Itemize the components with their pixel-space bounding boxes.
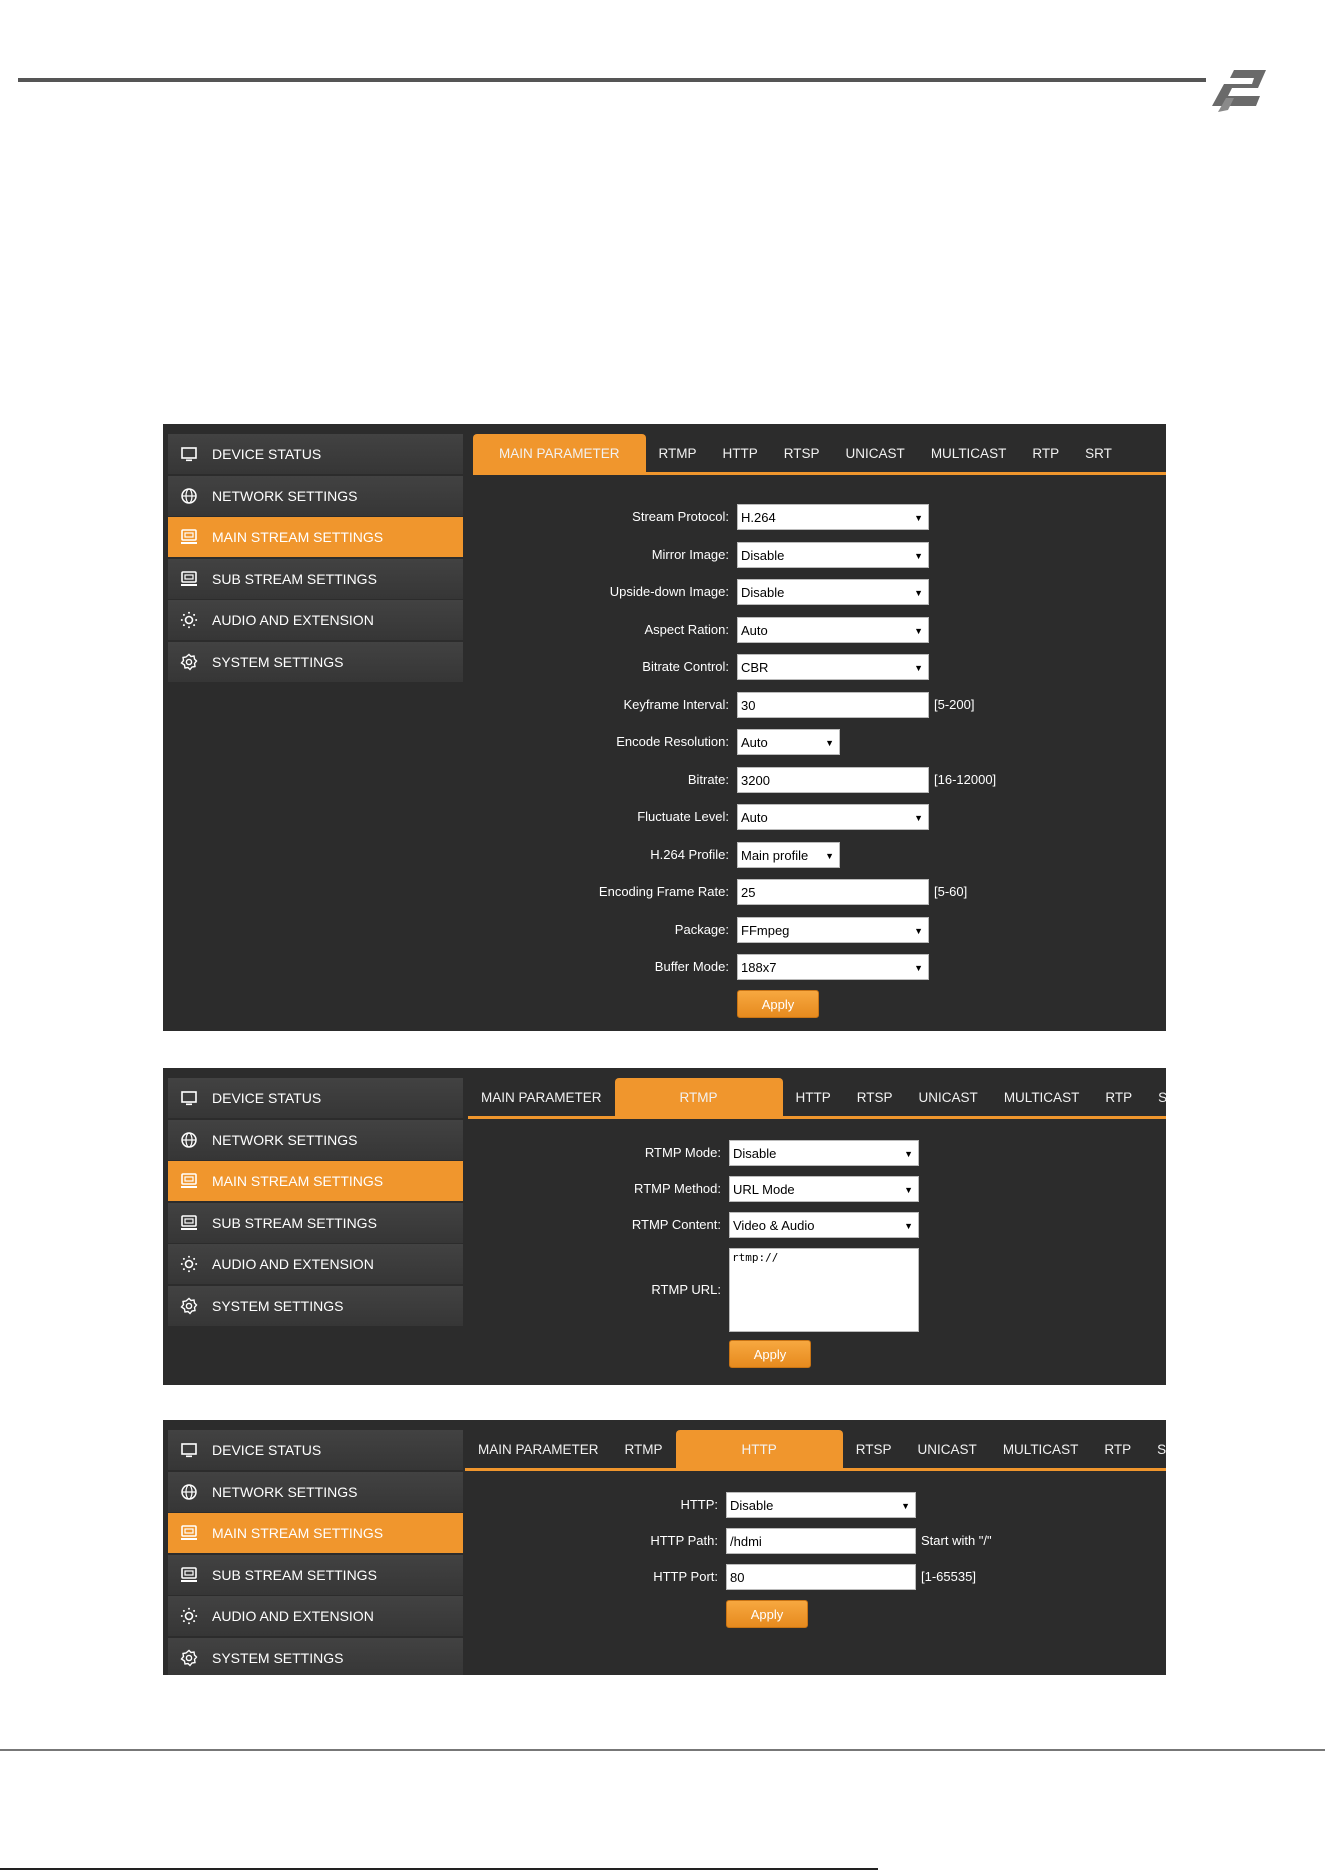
keyframe-interval-input[interactable]: 30 bbox=[737, 691, 929, 718]
form: Stream Protocol: H.264 ▼ Mirror Image: Disab… bbox=[163, 424, 1166, 1031]
field-value: URL Mode bbox=[733, 1182, 795, 1197]
field-value: 25 bbox=[741, 885, 756, 900]
field-value: Disable bbox=[741, 547, 785, 563]
bitrate-label: Bitrate: bbox=[687, 771, 729, 787]
field-value: Auto bbox=[741, 622, 768, 638]
apply-button[interactable]: Apply bbox=[726, 1600, 808, 1628]
footer-rule bbox=[0, 1749, 1325, 1751]
dropdown-arrow-icon: ▼ bbox=[914, 925, 923, 936]
bitrate-control-label: Bitrate Control: bbox=[642, 659, 729, 674]
field-value: CBR bbox=[741, 660, 769, 675]
rtmp-content-select[interactable]: Video & Audio ▼ bbox=[729, 1212, 919, 1238]
footer-rule-bottom bbox=[0, 1868, 878, 1870]
rtmp-panel: DEVICE STATUS NETWORK SETTINGS MAIN STREAM… bbox=[163, 1068, 1166, 1385]
dropdown-arrow-icon: ▼ bbox=[914, 625, 923, 636]
field-value: Disable bbox=[730, 1498, 774, 1513]
rtmp-mode-select[interactable]: Disable ▼ bbox=[729, 1140, 919, 1166]
dropdown-arrow-icon: ▼ bbox=[825, 738, 834, 748]
upside-down-image-select[interactable]: Disable ▼ bbox=[737, 579, 929, 605]
field-value: 80 bbox=[730, 1570, 745, 1585]
field-value: FFmpeg bbox=[741, 922, 790, 938]
http-panel: DEVICE STATUS NETWORK SETTINGS MAIN STREAM… bbox=[163, 1420, 1166, 1675]
http-port-hint: [1-65535] bbox=[921, 1569, 976, 1584]
buffer-mode-select[interactable]: 188x7 ▼ bbox=[737, 954, 929, 980]
fluctuate-level-select[interactable]: Auto ▼ bbox=[737, 804, 929, 830]
field-value: Video & Audio bbox=[733, 1218, 815, 1233]
dropdown-arrow-icon: ▼ bbox=[914, 513, 923, 523]
upside-down-image-label: Upside-down Image: bbox=[609, 584, 729, 599]
dropdown-arrow-icon: ▼ bbox=[904, 1185, 913, 1195]
http-path-label: HTTP Path: bbox=[650, 1533, 718, 1548]
keyframe-interval-label: Keyframe Interval: bbox=[623, 696, 730, 712]
field-value: 30 bbox=[741, 697, 756, 713]
http-port-label: HTTP Port: bbox=[653, 1569, 718, 1584]
http-select[interactable]: Disable ▼ bbox=[726, 1492, 916, 1518]
dropdown-arrow-icon: ▼ bbox=[825, 850, 834, 861]
form: RTMP Mode: Disable ▼ RTMP Method: URL Mode ▼ R… bbox=[163, 1068, 1166, 1385]
field-value: Disable bbox=[733, 1146, 777, 1161]
dropdown-arrow-icon: ▼ bbox=[901, 1501, 910, 1511]
brand-logo-icon bbox=[1212, 70, 1266, 112]
dropdown-arrow-icon: ▼ bbox=[904, 1149, 913, 1159]
field-value: H.264 bbox=[741, 510, 776, 525]
encoding-frame-rate-input[interactable]: 25 bbox=[737, 879, 929, 905]
rtmp-mode-label: RTMP Mode: bbox=[644, 1145, 721, 1160]
stream-protocol-label: Stream Protocol: bbox=[632, 509, 729, 524]
field-value: /hdmi bbox=[730, 1534, 762, 1549]
h-264-profile-select[interactable]: Main profile ▼ bbox=[737, 841, 840, 868]
form: HTTP: Disable ▼ HTTP Path: /hdmi Start with "… bbox=[163, 1420, 1166, 1675]
rtmp-url-textarea[interactable]: rtmp:// bbox=[729, 1248, 919, 1332]
dropdown-arrow-icon: ▼ bbox=[914, 963, 923, 973]
http-path-input[interactable]: /hdmi bbox=[726, 1528, 916, 1554]
dropdown-arrow-icon: ▼ bbox=[904, 1221, 913, 1231]
dropdown-arrow-icon: ▼ bbox=[914, 663, 923, 673]
dropdown-arrow-icon: ▼ bbox=[914, 813, 923, 823]
buffer-mode-label: Buffer Mode: bbox=[654, 959, 729, 974]
fluctuate-level-label: Fluctuate Level: bbox=[637, 809, 729, 824]
bitrate-input[interactable]: 3200 bbox=[737, 766, 929, 793]
encoding-frame-rate-hint: [5-60] bbox=[934, 884, 968, 899]
encode-resolution-label: Encode Resolution: bbox=[616, 734, 729, 749]
header-rule bbox=[18, 78, 1206, 82]
rtmp-content-label: RTMP Content: bbox=[631, 1217, 721, 1232]
field-value: 3200 bbox=[741, 772, 770, 788]
http-label: HTTP: bbox=[680, 1497, 718, 1512]
package-label: Package: bbox=[674, 921, 729, 937]
field-value: Auto bbox=[741, 735, 768, 750]
h-264-profile-label: H.264 Profile: bbox=[650, 846, 729, 862]
aspect-ration-label: Aspect Ration: bbox=[644, 621, 729, 637]
field-value: Main profile bbox=[741, 847, 809, 863]
package-select[interactable]: FFmpeg ▼ bbox=[737, 916, 929, 943]
http-path-hint: Start with "/" bbox=[921, 1533, 992, 1548]
dropdown-arrow-icon: ▼ bbox=[914, 550, 923, 561]
apply-button[interactable]: Apply bbox=[737, 989, 819, 1018]
encoding-frame-rate-label: Encoding Frame Rate: bbox=[598, 884, 729, 899]
apply-button[interactable]: Apply bbox=[729, 1340, 811, 1368]
keyframe-interval-hint: [5-200] bbox=[934, 696, 975, 712]
dropdown-arrow-icon: ▼ bbox=[914, 588, 923, 598]
bitrate-control-select[interactable]: CBR ▼ bbox=[737, 654, 929, 680]
bitrate-hint: [16-12000] bbox=[934, 771, 997, 787]
mirror-image-select[interactable]: Disable ▼ bbox=[737, 541, 929, 568]
rtmp-method-select[interactable]: URL Mode ▼ bbox=[729, 1176, 919, 1202]
http-port-input[interactable]: 80 bbox=[726, 1564, 916, 1590]
stream-protocol-select[interactable]: H.264 ▼ bbox=[737, 504, 929, 530]
rtmp-method-label: RTMP Method: bbox=[634, 1181, 721, 1196]
mirror-image-label: Mirror Image: bbox=[651, 546, 729, 562]
rtmp-url-label: RTMP URL: bbox=[651, 1282, 721, 1297]
field-value: Disable bbox=[741, 585, 785, 600]
main-parameter-panel: DEVICE STATUS NETWORK SETTINGS MAIN STREAM… bbox=[163, 424, 1166, 1031]
aspect-ration-select[interactable]: Auto ▼ bbox=[737, 616, 929, 643]
field-value: Auto bbox=[741, 810, 768, 825]
field-value: 188x7 bbox=[741, 960, 777, 975]
encode-resolution-select[interactable]: Auto ▼ bbox=[737, 729, 840, 755]
